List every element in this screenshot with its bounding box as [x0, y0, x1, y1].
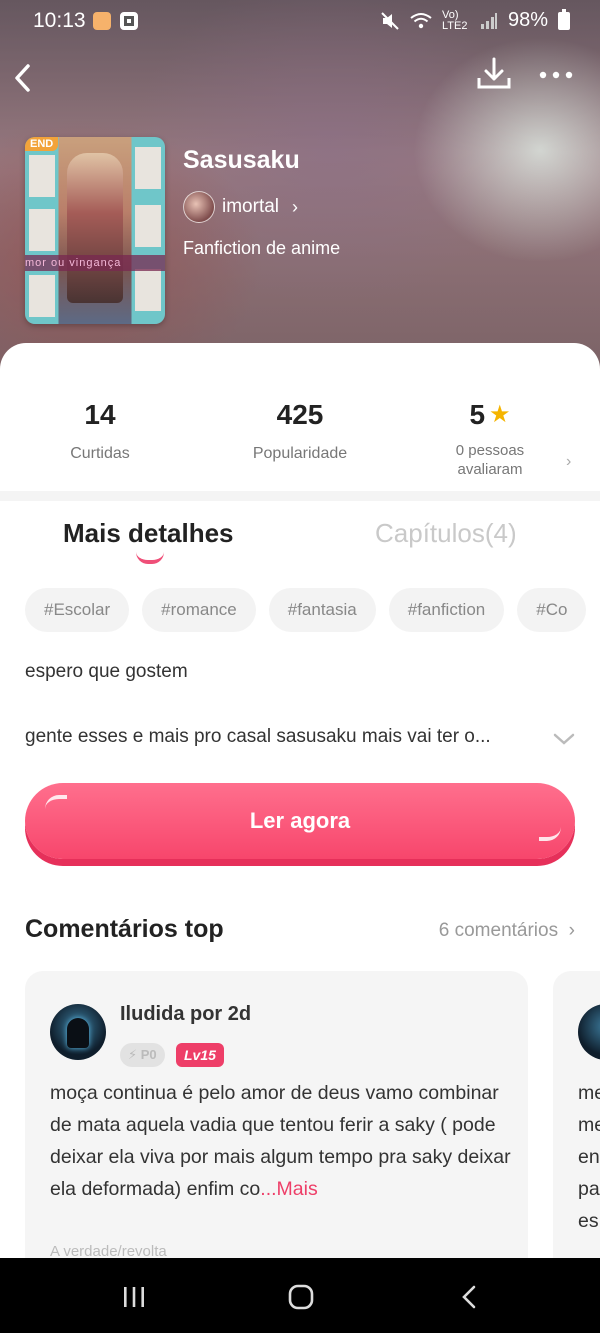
description-line-1: espero que gostem — [25, 661, 188, 682]
battery-icon — [558, 8, 570, 30]
comment-text: moça continua é pelo amor de deus vamo c… — [50, 1082, 511, 1200]
details-sheet: 14 Curtidas 425 Popularidade 5 ★ 0 pessoa… — [0, 343, 600, 1258]
chevron-down-icon[interactable] — [552, 729, 576, 749]
tag-chip[interactable]: #fantasia — [268, 588, 376, 632]
tag-chip[interactable]: #romance — [142, 588, 256, 632]
read-more-link[interactable]: ...Mais — [260, 1178, 317, 1200]
mute-icon — [381, 11, 399, 30]
app-notification-icon — [93, 12, 111, 30]
tag-chip[interactable]: #fanfiction — [388, 588, 505, 632]
back-icon[interactable] — [459, 1284, 479, 1310]
tag-list: #Escolar #romance #fantasia #fanfiction #Co — [25, 588, 600, 632]
comments-header: Comentários top 6 comentários › — [25, 915, 575, 951]
comment-text-preview: me me en pa es — [578, 1082, 600, 1232]
cover-illustration — [67, 153, 123, 303]
cover-text: mor ou vingança — [25, 255, 165, 271]
tab-details[interactable]: Mais detalhes — [63, 518, 234, 549]
read-now-label: Ler agora — [249, 808, 351, 833]
end-badge: END — [25, 137, 59, 151]
comment-footer: A verdade/revolta — [50, 1243, 167, 1258]
star-icon: ★ — [489, 401, 511, 428]
comment-card[interactable]: Iludida por 2d ⚡ P0 Lv15 moça continua é… — [25, 971, 528, 1258]
book-title: Sasusaku — [183, 146, 300, 174]
back-arrow-icon[interactable] — [6, 56, 42, 96]
more-options-icon[interactable] — [536, 60, 576, 90]
download-icon[interactable] — [474, 54, 514, 94]
tag-chip[interactable]: #Co — [517, 588, 587, 632]
author-link[interactable]: imortal › — [183, 191, 298, 223]
commenter-avatar[interactable] — [578, 1004, 600, 1060]
comments-count-link[interactable]: 6 comentários › — [439, 920, 575, 942]
wifi-icon — [410, 12, 432, 28]
book-genre: Fanfiction de anime — [183, 238, 341, 258]
gallery-notification-icon — [120, 12, 138, 30]
stats-row: 14 Curtidas 425 Popularidade 5 ★ 0 pessoa… — [0, 343, 600, 491]
chevron-right-icon: › — [292, 196, 299, 217]
book-cover[interactable]: mor ou vingança END — [25, 137, 165, 324]
commenter-avatar[interactable] — [50, 1004, 106, 1060]
commenter-name[interactable]: Iludida por 2d — [120, 1003, 251, 1026]
level-badge: Lv15 — [176, 1043, 224, 1067]
stat-popularity: 425 Popularidade — [252, 399, 348, 462]
network-label: Vo) LTE2 — [441, 8, 468, 32]
comments-title: Comentários top — [25, 915, 224, 943]
signal-icon — [480, 12, 497, 29]
chevron-right-icon[interactable]: › — [566, 453, 571, 471]
status-time: 10:13 — [33, 9, 86, 32]
tabs: Mais detalhes Capítulos(4) — [0, 508, 600, 573]
read-now-button[interactable]: Ler agora — [25, 783, 575, 859]
author-avatar — [183, 191, 215, 223]
recents-icon[interactable] — [122, 1286, 146, 1308]
tab-chapters[interactable]: Capítulos(4) — [375, 518, 517, 549]
comment-card[interactable]: me me en pa es — [553, 971, 600, 1258]
description-line-2[interactable]: gente esses e mais pro casal sasusaku ma… — [25, 726, 550, 748]
tag-chip[interactable]: #Escolar — [25, 588, 130, 632]
tab-active-indicator — [136, 552, 164, 564]
system-nav-bar — [0, 1258, 600, 1333]
home-icon[interactable] — [288, 1284, 314, 1310]
status-bar: 10:13 Vo) LTE2 98% — [0, 0, 600, 42]
stat-likes: 14 Curtidas — [70, 399, 130, 462]
chevron-right-icon: › — [568, 920, 575, 941]
points-badge: ⚡ P0 — [120, 1043, 165, 1067]
battery-percent: 98% — [507, 9, 548, 31]
stat-rating[interactable]: 5 ★ 0 pessoas avaliaram — [440, 399, 540, 479]
author-name: imortal — [222, 196, 280, 217]
divider — [0, 491, 600, 501]
top-action-bar — [0, 50, 600, 100]
